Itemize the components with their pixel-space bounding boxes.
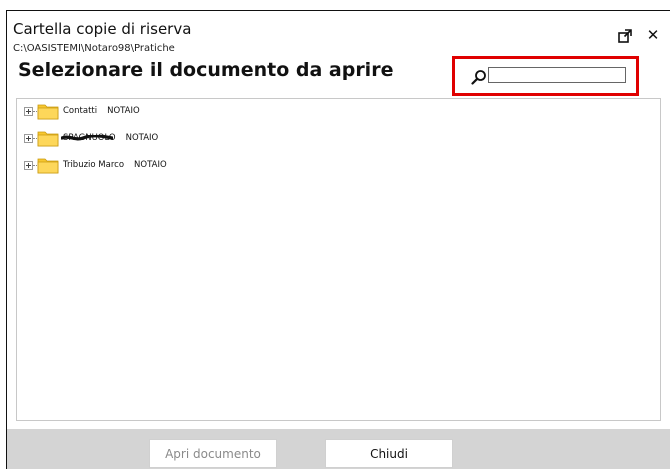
tree-item-contatti[interactable]: Contatti NOTAIO (24, 100, 140, 122)
tree-item-name-redacted: SPAGNUOLO (61, 133, 116, 143)
tree-item-spagnuolo[interactable]: SPAGNUOLO NOTAIO (24, 127, 158, 149)
tree-item-tag: NOTAIO (134, 160, 167, 170)
search-area (452, 56, 639, 96)
close-button[interactable]: Chiudi (325, 439, 453, 468)
tree-item-name: Tribuzio Marco (63, 160, 125, 170)
search-icon[interactable] (471, 69, 487, 85)
folder-path: C:\OASISTEMI\Notaro98\Pratiche (13, 43, 175, 54)
dialog-title: Cartella copie di riserva (13, 20, 192, 38)
expand-icon[interactable] (24, 133, 33, 143)
open-document-button[interactable]: Apri documento (149, 439, 277, 468)
document-tree: Contatti NOTAIO SPAGNUOLO NOTAIO Tribuzi… (16, 98, 661, 421)
popout-icon[interactable] (617, 28, 633, 44)
tree-item-tag: NOTAIO (125, 133, 159, 143)
tree-item-name: Contatti (63, 106, 98, 116)
dialog-window: Cartella copie di riserva C:\OASISTEMI\N… (6, 10, 670, 469)
expand-icon[interactable] (24, 106, 33, 116)
folder-icon (37, 104, 59, 120)
search-input[interactable] (488, 67, 626, 83)
expand-icon[interactable] (24, 160, 33, 170)
folder-icon (37, 131, 59, 147)
tree-item-tag: NOTAIO (107, 106, 140, 116)
tree-item-tribuzio-marco[interactable]: Tribuzio Marco NOTAIO (24, 154, 167, 176)
redaction-scribble (61, 135, 113, 141)
folder-icon (37, 158, 59, 174)
page-title: Selezionare il documento da aprire (18, 59, 394, 81)
dialog-footer: Apri documento Chiudi (7, 429, 670, 469)
close-icon[interactable]: ✕ (645, 27, 661, 43)
